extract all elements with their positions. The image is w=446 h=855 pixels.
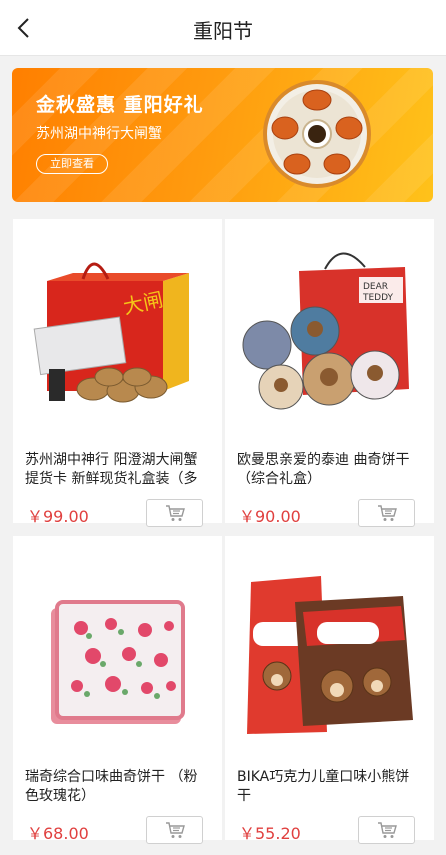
product-card[interactable]: 大闸 苏州湖中神行 阳澄湖大闸蟹提货卡 新鲜现货礼盒装（多 ￥99.00 [13, 219, 222, 527]
product-price: ￥68.00 [27, 824, 89, 843]
banner-headline: 金秋盛惠 重阳好礼 [36, 94, 204, 116]
rose-cookie-tin-image [13, 536, 222, 746]
product-card[interactable]: DEAR TEDDY 欧曼思亲爱的泰迪 曲奇饼干（综合礼盒） ￥90.00 [225, 219, 434, 527]
product-price: ￥55.20 [239, 824, 301, 843]
banner-subtitle: 苏州湖中神行大闸蟹 [36, 126, 162, 142]
page-title: 重阳节 [193, 19, 253, 43]
cart-icon [165, 505, 185, 521]
cart-icon [377, 822, 397, 838]
svg-text:DEAR: DEAR [363, 282, 388, 292]
promo-banner[interactable]: 金秋盛惠 重阳好礼 苏州湖中神行大闸蟹 立即查看 [12, 68, 433, 202]
add-to-cart-button[interactable] [146, 816, 203, 844]
cart-icon [165, 822, 185, 838]
product-title[interactable]: 苏州湖中神行 阳澄湖大闸蟹提货卡 新鲜现货礼盒装（多 [25, 451, 211, 489]
crab-giftbox-image: 大闸 [13, 219, 222, 429]
add-to-cart-button[interactable] [358, 816, 415, 844]
product-title[interactable]: 欧曼思亲爱的泰迪 曲奇饼干（综合礼盒） [237, 451, 423, 489]
bear-biscuit-bags-image [225, 536, 434, 746]
product-price: ￥99.00 [27, 507, 89, 526]
svg-text:TEDDY: TEDDY [362, 293, 394, 303]
navigation-bar: 重阳节 [0, 0, 446, 56]
crab-plate-image [263, 80, 371, 188]
product-title[interactable]: BIKA巧克力儿童口味小熊饼干 [237, 768, 423, 806]
add-to-cart-button[interactable] [146, 499, 203, 527]
add-to-cart-button[interactable] [358, 499, 415, 527]
cart-icon [377, 505, 397, 521]
teddy-cookie-giftbox-image: DEAR TEDDY [225, 219, 434, 429]
product-card[interactable]: 瑞奇综合口味曲奇饼干 （粉色玫瑰花） ￥68.00 [13, 536, 222, 844]
product-card[interactable]: BIKA巧克力儿童口味小熊饼干 ￥55.20 [225, 536, 434, 844]
banner-view-button[interactable]: 立即查看 [36, 154, 108, 174]
product-price: ￥90.00 [239, 507, 301, 526]
product-title[interactable]: 瑞奇综合口味曲奇饼干 （粉色玫瑰花） [25, 768, 211, 806]
